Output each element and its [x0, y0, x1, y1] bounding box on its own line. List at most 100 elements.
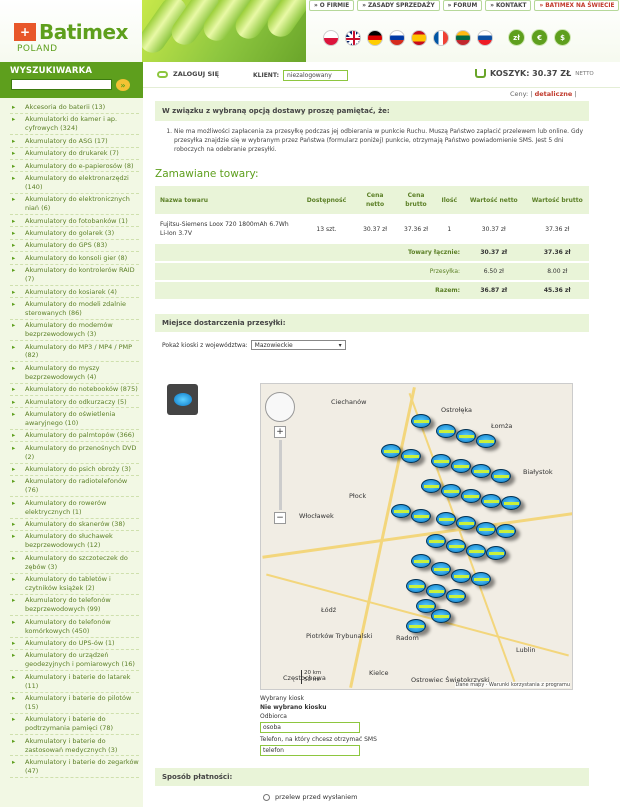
kiosk-marker-icon[interactable] [381, 444, 401, 458]
client-select[interactable]: niezalogowany [283, 70, 348, 81]
recipient-input[interactable]: osoba [260, 722, 360, 733]
flag-es-icon[interactable] [411, 30, 427, 46]
kiosk-marker-icon[interactable] [476, 434, 496, 448]
flag-lt-icon[interactable] [455, 30, 471, 46]
zoom-slider[interactable] [279, 440, 282, 510]
currency-usd[interactable]: $ [554, 29, 571, 46]
kiosk-marker-icon[interactable] [406, 579, 426, 593]
category-item[interactable]: Akumulatory do palmtopów (366) [10, 431, 139, 443]
nav-forum[interactable]: » FORUM [442, 0, 483, 11]
kiosk-marker-icon[interactable] [461, 489, 481, 503]
cart-summary[interactable]: KOSZYK: 30.37 ZŁ NETTO [475, 69, 594, 78]
kiosk-marker-icon[interactable] [411, 414, 431, 428]
category-item[interactable]: Akumulatory do odkurzaczy (5) [10, 398, 139, 409]
flag-ru-icon[interactable] [389, 30, 405, 46]
category-item[interactable]: Akumulatory do modeli zdalnie sterowanyc… [10, 300, 139, 320]
category-item[interactable]: Akumulatory do rowerów elektrycznych (1) [10, 499, 139, 519]
kiosk-marker-icon[interactable] [501, 496, 521, 510]
category-item[interactable]: Akumulatory do kontrolerów RAID (7) [10, 266, 139, 286]
kiosk-marker-icon[interactable] [441, 484, 461, 498]
category-item[interactable]: Akumulatory do kosiarek (4) [10, 288, 139, 299]
kiosk-marker-icon[interactable] [446, 539, 466, 553]
category-item[interactable]: Akumulatorki do kamer i ap. cyfrowych (3… [10, 115, 139, 136]
map-credits[interactable]: Dane mapy · Warunki korzystania z progra… [455, 682, 570, 688]
kiosk-marker-icon[interactable] [476, 522, 496, 536]
category-item[interactable]: Akumulatory do przenośnych DVD (2) [10, 444, 139, 464]
category-item[interactable]: Akumulatory do telefonów bezprzewodowych… [10, 596, 139, 617]
category-item[interactable]: Akumulatory do drukarek (7) [10, 149, 139, 161]
category-item[interactable]: Akumulatory do elektronarzędzi (140) [10, 174, 139, 194]
category-item[interactable]: Akumulatory do UPS-ów (1) [10, 639, 139, 650]
category-item[interactable]: Akumulatory i baterie do pilotów (15) [10, 694, 139, 714]
zoom-in-button[interactable]: + [274, 426, 286, 438]
kiosk-marker-icon[interactable] [431, 609, 451, 623]
kiosk-marker-icon[interactable] [471, 572, 491, 586]
category-item[interactable]: Akumulatory do fotobanków (1) [10, 217, 139, 228]
category-item[interactable]: Akumulatory do ASG (17) [10, 137, 139, 148]
category-item[interactable]: Akumulatory do GPS (83) [10, 241, 139, 253]
payment-option-transfer[interactable]: przelew przed wysłaniem [263, 793, 357, 801]
kiosk-marker-icon[interactable] [426, 534, 446, 548]
kiosk-marker-icon[interactable] [436, 512, 456, 526]
kiosk-marker-icon[interactable] [411, 509, 431, 523]
kiosk-marker-icon[interactable] [451, 569, 471, 583]
category-item[interactable]: Akumulatory do myszy bezprzewodowych (4) [10, 364, 139, 384]
category-item[interactable]: Akumulatory do słuchawek bezprzewodowych… [10, 532, 139, 553]
kiosk-marker-icon[interactable] [466, 544, 486, 558]
price-mode-detail[interactable]: detaliczne [535, 90, 573, 98]
phone-input[interactable]: telefon [260, 745, 360, 756]
category-item[interactable]: Akumulatory do konsoli gier (8) [10, 254, 139, 265]
category-item[interactable]: Akumulatory do modemów bezprzewodowych (… [10, 321, 139, 342]
category-item[interactable]: Akumulatory do szczoteczek do zębów (3) [10, 554, 139, 574]
voivodeship-select[interactable]: Mazowieckie ▾ [250, 340, 346, 350]
category-item[interactable]: Akumulatory do elektronicznych niań (6) [10, 195, 139, 216]
category-item[interactable]: Akumulatory do skanerów (38) [10, 520, 139, 531]
nav-zasady-sprzedazy[interactable]: » ZASADY SPRZEDAŻY [357, 0, 440, 11]
kiosk-marker-icon[interactable] [486, 546, 506, 560]
payment-radio[interactable] [263, 793, 270, 801]
category-item[interactable]: Akumulatory do e-papierosów (8) [10, 162, 139, 173]
currency-pln[interactable]: zł [508, 29, 525, 46]
category-item[interactable]: Akumulatory do urządzeń geodezyjnych i p… [10, 651, 139, 672]
kiosk-map[interactable]: + − Ciechanów Ostrołęka Łomża Białystok … [260, 383, 573, 690]
flag-de-icon[interactable] [367, 30, 383, 46]
category-item[interactable]: Akumulatory do radiotelefonów (76) [10, 477, 139, 498]
flag-sk-icon[interactable] [477, 30, 493, 46]
kiosk-marker-icon[interactable] [471, 464, 491, 478]
batimex-logo[interactable]: + Batimex [14, 20, 128, 44]
category-item[interactable]: Akumulatory do golarek (3) [10, 229, 139, 240]
flag-gb-icon[interactable] [345, 30, 361, 46]
kiosk-marker-icon[interactable] [391, 504, 411, 518]
nav-batimex-na-swiecie[interactable]: » BATIMEX NA ŚWIECIE [534, 0, 620, 11]
login-link[interactable]: ZALOGUJ SIĘ [157, 70, 219, 78]
search-go-button[interactable]: » [116, 79, 130, 91]
zoom-out-button[interactable]: − [274, 512, 286, 524]
category-item[interactable]: Akumulatory i baterie do zastosowań medy… [10, 737, 139, 757]
flag-pl-icon[interactable] [323, 30, 339, 46]
category-item[interactable]: Akumulatory i baterie do podtrzymania pa… [10, 715, 139, 736]
kiosk-marker-icon[interactable] [481, 494, 501, 508]
kiosk-marker-icon[interactable] [421, 479, 441, 493]
kiosk-marker-icon[interactable] [446, 589, 466, 603]
product-name[interactable]: Fujitsu-Siemens Loox 720 1800mAh 6.7Wh L… [155, 215, 298, 243]
category-item[interactable]: Akumulatory do MP3 / MP4 / PMP (82) [10, 343, 139, 363]
kiosk-marker-icon[interactable] [411, 554, 431, 568]
category-item[interactable]: Akumulatory do tabletów i czytników ksią… [10, 575, 139, 595]
kiosk-marker-icon[interactable] [426, 584, 446, 598]
category-item[interactable]: Akumulatory i baterie do zegarków (47) [10, 758, 139, 778]
kiosk-marker-icon[interactable] [456, 429, 476, 443]
category-item[interactable]: Akumulatory i baterie do latarek (11) [10, 673, 139, 693]
map-pan-control[interactable] [265, 392, 295, 422]
category-item[interactable]: Akumulatory do notebooków (875) [10, 385, 139, 397]
category-item[interactable]: Akumulatory do telefonów komórkowych (45… [10, 618, 139, 638]
flag-fr-icon[interactable] [433, 30, 449, 46]
kiosk-marker-icon[interactable] [456, 516, 476, 530]
kiosk-marker-icon[interactable] [496, 524, 516, 538]
kiosk-marker-icon[interactable] [491, 469, 511, 483]
category-item[interactable]: Akumulatory do psich obroży (3) [10, 465, 139, 476]
kiosk-marker-icon[interactable] [431, 454, 451, 468]
kiosk-marker-icon[interactable] [436, 424, 456, 438]
kiosk-marker-icon[interactable] [451, 459, 471, 473]
search-input[interactable] [11, 79, 112, 90]
nav-kontakt[interactable]: » KONTAKT [485, 0, 532, 11]
